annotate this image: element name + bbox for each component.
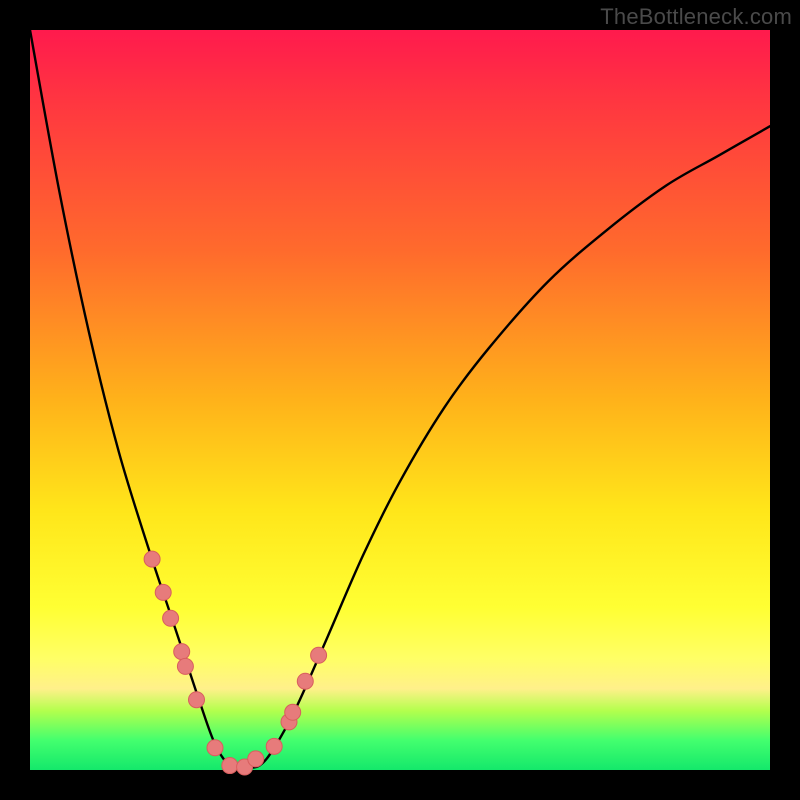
data-marker	[297, 673, 313, 689]
data-marker	[285, 704, 301, 720]
data-marker	[311, 647, 327, 663]
data-marker	[222, 758, 238, 774]
data-marker	[155, 584, 171, 600]
data-marker	[177, 658, 193, 674]
data-marker	[174, 644, 190, 660]
curve-svg	[30, 30, 770, 770]
data-marker	[248, 751, 264, 767]
data-markers	[144, 551, 327, 775]
bottleneck-curve	[30, 30, 770, 768]
data-marker	[163, 610, 179, 626]
data-marker	[266, 738, 282, 754]
watermark-text: TheBottleneck.com	[600, 4, 792, 30]
data-marker	[207, 740, 223, 756]
data-marker	[144, 551, 160, 567]
chart-frame: TheBottleneck.com	[0, 0, 800, 800]
plot-area	[30, 30, 770, 770]
data-marker	[189, 692, 205, 708]
